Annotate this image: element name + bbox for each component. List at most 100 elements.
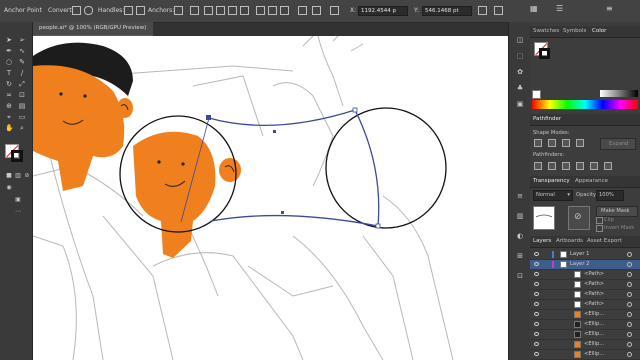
line-tool-icon[interactable]: / [18,69,26,77]
expand-button[interactable]: Expand [600,138,636,150]
black-white-swatches[interactable] [600,90,638,97]
hide-handles-icon[interactable] [136,6,145,15]
arrange-icon[interactable]: ▦ [530,4,539,13]
tab-color[interactable]: Color [589,26,609,37]
invert-mask-checkbox[interactable] [596,225,603,232]
tab-symbols[interactable]: Symbols [563,28,586,34]
target-icon[interactable] [627,322,632,327]
target-icon[interactable] [627,332,632,337]
color-spectrum[interactable] [532,100,638,109]
layer-row[interactable]: <Ellip... [530,330,640,340]
clip-checkbox[interactable] [596,217,603,224]
draw-mode-icon[interactable]: ◉ [5,184,13,192]
anchor-point[interactable] [375,223,381,229]
target-icon[interactable] [627,292,632,297]
visibility-eye-icon[interactable] [534,352,539,356]
visibility-eye-icon[interactable] [534,272,539,276]
color-stroke-swatch[interactable] [539,48,550,59]
shape-builder-tool-icon[interactable]: ⊕ [5,102,13,110]
align-center-icon[interactable] [228,6,237,15]
layer-row[interactable]: Layer 1 [530,250,640,260]
none-color-swatch[interactable] [532,90,541,99]
y-field[interactable]: 546.1468 pt [422,6,472,16]
menu-icon[interactable]: ≡ [606,4,615,13]
eyedropper-tool-icon[interactable]: ⌖ [5,113,13,121]
layer-row[interactable]: <Ellip... [530,320,640,330]
target-icon[interactable] [627,272,632,277]
align-bottom-icon[interactable] [280,6,289,15]
distribute-icon[interactable] [298,6,307,15]
transform-panel-icon[interactable]: ⊡ [516,272,524,280]
connect-anchors-icon[interactable] [190,6,199,15]
symbols-icon[interactable]: ♣ [516,84,524,92]
tab-swatches[interactable]: Swatches [533,28,559,34]
visibility-eye-icon[interactable] [534,252,539,256]
selected-anchor-point[interactable] [206,115,211,120]
visibility-eye-icon[interactable] [534,262,539,266]
ellipse-tool-icon[interactable]: ○ [5,58,13,66]
direct-selection-tool-icon[interactable]: ➢ [18,36,26,44]
target-icon[interactable] [627,302,632,307]
unite-icon[interactable] [534,139,542,147]
brushes-icon[interactable]: ✿ [516,68,524,76]
tab-appearance[interactable]: Appearance [575,178,608,184]
transparency-panel-icon[interactable]: ◐ [516,232,524,240]
target-icon[interactable] [627,262,632,267]
isolate-icon[interactable] [494,6,503,15]
opacity-field[interactable]: 100% [596,190,624,201]
trim-icon[interactable] [548,162,556,170]
layer-row[interactable]: Layer 2 [530,260,640,270]
distribute-h-icon[interactable] [312,6,321,15]
blend-mode-select[interactable]: Normal ▾ [533,190,573,201]
visibility-eye-icon[interactable] [534,302,539,306]
pathfinder-title[interactable]: Pathfinder [530,114,564,125]
gradient-mode-icon[interactable]: ▥ [14,172,22,180]
artboard-canvas[interactable] [33,36,508,360]
width-tool-icon[interactable]: ≍ [5,91,13,99]
transform-icon[interactable] [478,6,487,15]
visibility-eye-icon[interactable] [534,292,539,296]
zoom-tool-icon[interactable]: ⌕ [18,124,26,132]
visibility-eye-icon[interactable] [534,322,539,326]
convert-corner-icon[interactable] [72,6,81,15]
align-panel-icon[interactable]: ⊞ [516,252,524,260]
libraries-icon[interactable]: ⬚ [516,52,524,60]
make-mask-button[interactable]: Make Mask [596,206,638,217]
align-top-icon[interactable] [256,6,265,15]
layer-row[interactable]: <Path> [530,270,640,280]
visibility-eye-icon[interactable] [534,312,539,316]
outline-icon[interactable] [590,162,598,170]
merge-icon[interactable] [562,162,570,170]
anchor-point[interactable] [273,130,276,133]
convert-smooth-icon[interactable] [84,6,93,15]
layer-row[interactable]: <Ellip... [530,350,640,360]
visibility-eye-icon[interactable] [534,332,539,336]
tab-asset-export[interactable]: Asset Export [587,238,622,244]
artboard-tool-icon[interactable]: ▭ [18,113,26,121]
intersect-icon[interactable] [562,139,570,147]
cut-path-icon[interactable] [204,6,213,15]
layer-row[interactable]: <Path> [530,280,640,290]
exclude-icon[interactable] [576,139,584,147]
document-tab[interactable]: people.ai* @ 100% (RGB/GPU Preview) [33,22,153,37]
x-field[interactable]: 1192.4544 p [358,6,408,16]
screen-mode-icon[interactable]: ▣ [14,196,22,204]
panel-menu-icon[interactable]: ☰ [556,4,565,13]
target-icon[interactable] [627,342,632,347]
gradient-panel-icon[interactable]: ▥ [516,212,524,220]
align-right-icon[interactable] [240,6,249,15]
pencil-tool-icon[interactable]: ✎ [18,58,26,66]
anchor-point[interactable] [281,211,284,214]
selection-tool-icon[interactable]: ➤ [5,36,13,44]
show-handles-icon[interactable] [124,6,133,15]
divide-icon[interactable] [534,162,542,170]
rotate-tool-icon[interactable]: ↻ [5,80,13,88]
layer-row[interactable]: <Path> [530,300,640,310]
graphic-styles-icon[interactable]: ▣ [516,100,524,108]
hand-tool-icon[interactable]: ✋ [5,124,14,132]
tab-layers[interactable]: Layers [530,236,554,247]
remove-anchor-icon[interactable] [174,6,183,15]
curvature-tool-icon[interactable]: ∿ [18,47,26,55]
visibility-eye-icon[interactable] [534,342,539,346]
more-tools-icon[interactable]: ⋯ [14,208,22,216]
